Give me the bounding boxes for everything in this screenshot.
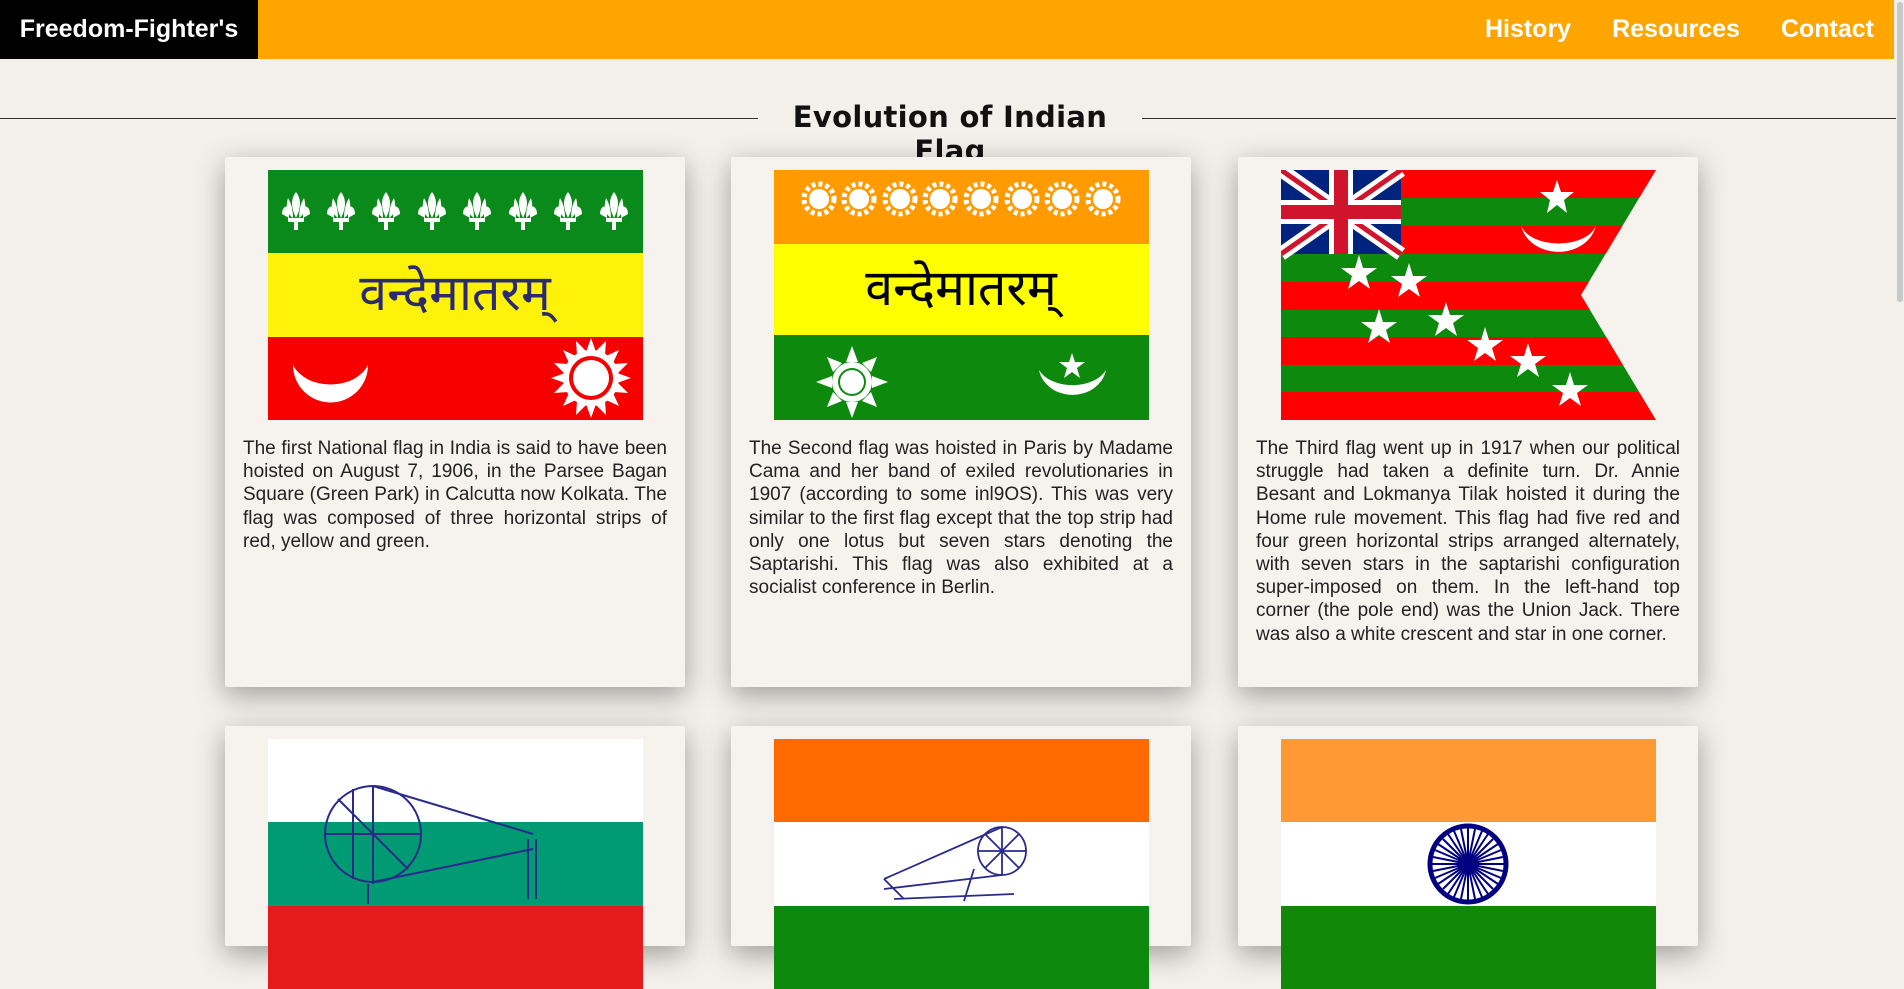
flag-1906-image: वन्देमातरम् (268, 170, 643, 420)
card-1907-description: The Second flag was hoisted in Paris by … (749, 438, 1173, 599)
nav-links: History Resources Contact (1444, 0, 1874, 59)
flag-1947-image (1281, 739, 1656, 989)
card-1906-description: The first National flag in India is said… (243, 438, 667, 552)
flag-1921-image (268, 739, 643, 989)
flag-1917-image (1281, 170, 1656, 420)
nav-link-resources[interactable]: Resources (1612, 15, 1740, 44)
flag-card-1931 (731, 726, 1191, 989)
flag-1907-inscription: वन्देमातरम् (865, 259, 1063, 318)
heading-divider-right (1142, 118, 1896, 119)
flag-card-1947 (1238, 726, 1698, 989)
flag-1906-inscription: वन्देमातरम् (359, 264, 557, 323)
flag-card-1907: वन्देमातरम् The Second flag was hoisted … (731, 157, 1191, 687)
heading-divider-left (0, 118, 758, 119)
section-heading: Evolution of Indian Flag (0, 100, 1896, 168)
nav-link-contact[interactable]: Contact (1781, 15, 1874, 44)
scrollbar-thumb[interactable] (1897, 2, 1903, 302)
nav-link-history[interactable]: History (1485, 15, 1571, 44)
flag-card-1921 (225, 726, 685, 989)
navbar: Freedom-Fighter's History Resources Cont… (0, 0, 1904, 59)
card-1917-description: The Third flag went up in 1917 when our … (1256, 438, 1680, 645)
flag-1931-image (774, 739, 1149, 989)
flag-card-1917: The Third flag went up in 1917 when our … (1238, 157, 1698, 687)
flag-card-1906: वन्देमातरम् The first National flag in I… (225, 157, 685, 687)
brand-logo[interactable]: Freedom-Fighter's (0, 0, 258, 59)
flag-1907-image: वन्देमातरम् (774, 170, 1149, 420)
